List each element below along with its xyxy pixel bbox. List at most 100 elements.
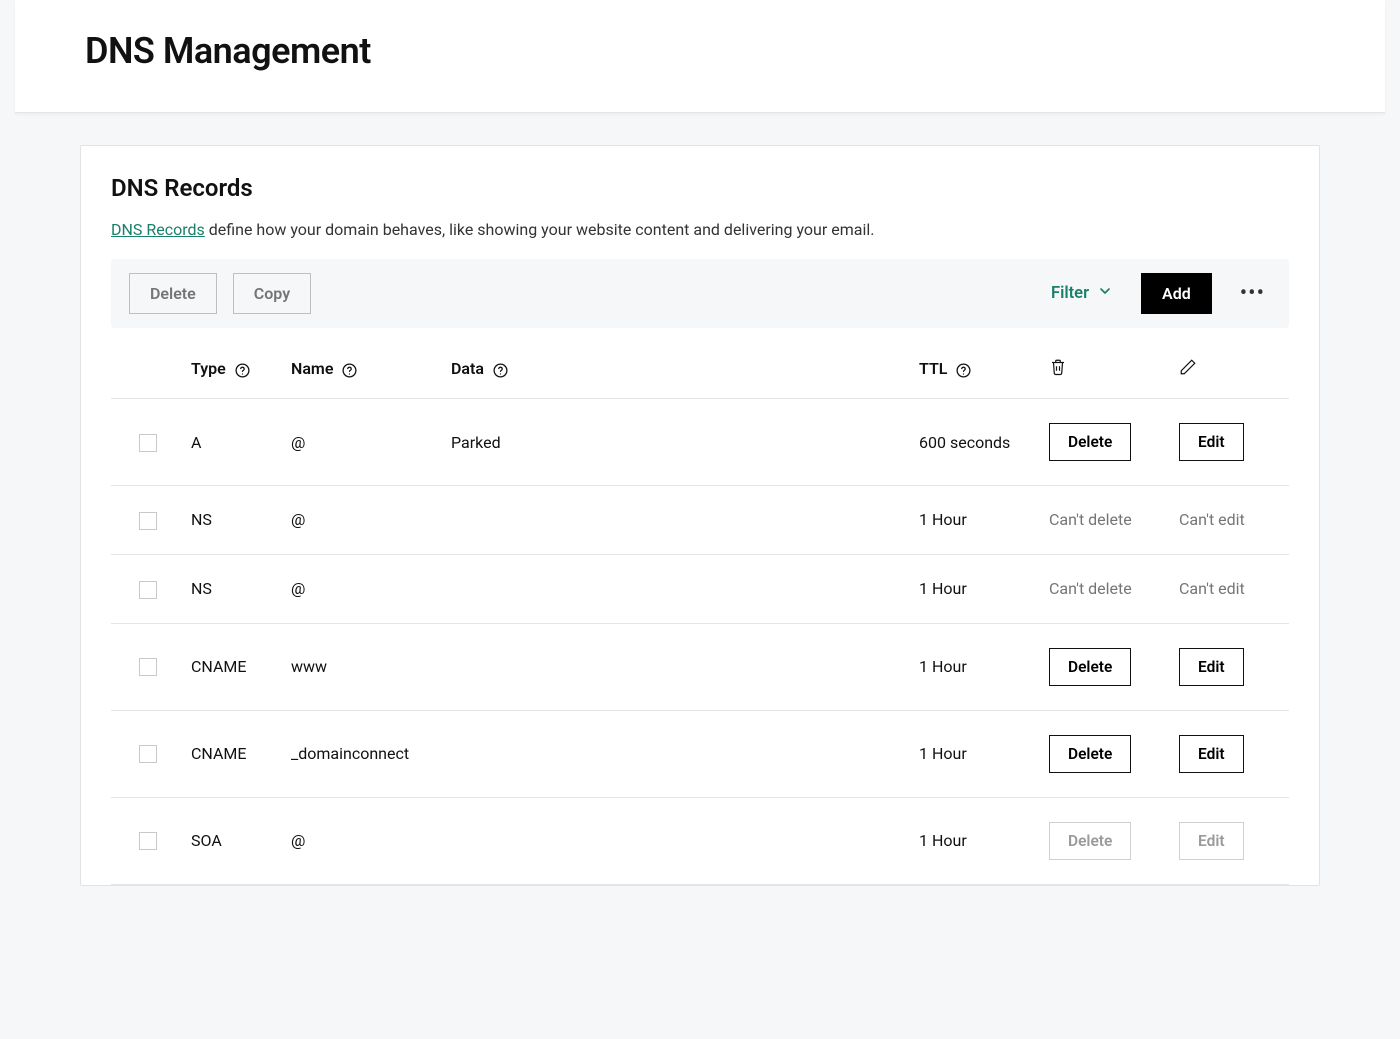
table-row: CNAME_domainconnect1 HourDeleteEdit xyxy=(111,710,1289,797)
cell-data xyxy=(441,486,909,555)
cell-type: SOA xyxy=(181,797,281,884)
row-select-cell xyxy=(111,486,181,555)
cell-type: CNAME xyxy=(181,710,281,797)
cell-delete: Delete xyxy=(1039,399,1169,486)
col-header-name-label: Name xyxy=(291,359,333,378)
row-checkbox[interactable] xyxy=(139,581,157,599)
table-row: NS@1 Hour Can't delete Can't edit xyxy=(111,554,1289,623)
row-checkbox[interactable] xyxy=(139,832,157,850)
table-row: NS@1 Hour Can't delete Can't edit xyxy=(111,486,1289,555)
add-record-button[interactable]: Add xyxy=(1141,273,1212,314)
cell-edit: Can't edit xyxy=(1169,486,1289,555)
col-header-name: Name xyxy=(281,338,441,399)
cant-delete-text: Can't delete xyxy=(1049,579,1132,598)
row-delete-button[interactable]: Delete xyxy=(1049,423,1131,461)
row-checkbox[interactable] xyxy=(139,512,157,530)
chevron-down-icon xyxy=(1097,283,1113,304)
cell-ttl: 1 Hour xyxy=(909,797,1039,884)
cell-data xyxy=(441,797,909,884)
cell-edit: Edit xyxy=(1169,710,1289,797)
cell-name: @ xyxy=(281,797,441,884)
cant-delete-text: Can't delete xyxy=(1049,510,1132,529)
cell-data xyxy=(441,554,909,623)
toolbar-left: Delete Copy xyxy=(129,273,311,314)
row-select-cell xyxy=(111,623,181,710)
col-header-ttl: TTL xyxy=(909,338,1039,399)
cell-delete: Delete xyxy=(1039,710,1169,797)
cell-name: @ xyxy=(281,399,441,486)
row-edit-button[interactable]: Edit xyxy=(1179,735,1244,773)
cell-edit: Can't edit xyxy=(1169,554,1289,623)
help-icon[interactable] xyxy=(234,362,251,379)
cell-ttl: 600 seconds xyxy=(909,399,1039,486)
col-header-type: Type xyxy=(181,338,281,399)
col-header-data: Data xyxy=(441,338,909,399)
cell-edit: Edit xyxy=(1169,399,1289,486)
table-row: A@Parked600 seconds Delete Edit xyxy=(111,399,1289,486)
row-edit-button-disabled: Edit xyxy=(1179,822,1244,860)
cell-ttl: 1 Hour xyxy=(909,710,1039,797)
records-heading: DNS Records xyxy=(111,174,1289,202)
dns-records-card: DNS Records DNS Records define how your … xyxy=(80,145,1320,886)
cell-type: CNAME xyxy=(181,623,281,710)
table-header-row: Type Name Data xyxy=(111,338,1289,399)
page-title: DNS Management xyxy=(85,30,1335,72)
cell-ttl: 1 Hour xyxy=(909,554,1039,623)
row-select-cell xyxy=(111,399,181,486)
cell-ttl: 1 Hour xyxy=(909,486,1039,555)
cell-delete: Delete xyxy=(1039,797,1169,884)
cell-type: NS xyxy=(181,486,281,555)
row-delete-button-disabled: Delete xyxy=(1049,822,1131,860)
page-header: DNS Management xyxy=(15,0,1385,113)
cell-data: Parked xyxy=(441,399,909,486)
row-edit-button[interactable]: Edit xyxy=(1179,423,1244,461)
table-row: SOA@1 Hour Delete Edit xyxy=(111,797,1289,884)
col-header-data-label: Data xyxy=(451,359,484,378)
cant-edit-text: Can't edit xyxy=(1179,579,1245,598)
cell-name: www xyxy=(281,623,441,710)
cell-type: NS xyxy=(181,554,281,623)
dns-records-link[interactable]: DNS Records xyxy=(111,220,205,239)
row-delete-button[interactable]: Delete xyxy=(1049,735,1131,773)
row-select-cell xyxy=(111,710,181,797)
col-header-select xyxy=(111,338,181,399)
row-edit-button[interactable]: Edit xyxy=(1179,648,1244,686)
cell-name: @ xyxy=(281,486,441,555)
cell-delete: Can't delete xyxy=(1039,486,1169,555)
cell-type: A xyxy=(181,399,281,486)
row-checkbox[interactable] xyxy=(139,745,157,763)
bulk-copy-button[interactable]: Copy xyxy=(233,273,311,314)
records-table: Type Name Data xyxy=(111,338,1289,885)
filter-button[interactable]: Filter xyxy=(1051,283,1113,304)
help-icon[interactable] xyxy=(955,362,972,379)
col-header-delete xyxy=(1039,338,1169,399)
row-select-cell xyxy=(111,554,181,623)
records-toolbar: Delete Copy Filter Add ••• xyxy=(111,259,1289,328)
trash-icon xyxy=(1049,361,1067,380)
toolbar-right: Filter Add ••• xyxy=(1051,273,1271,314)
records-description: DNS Records define how your domain behav… xyxy=(111,220,1289,239)
cant-edit-text: Can't edit xyxy=(1179,510,1245,529)
content: DNS Records DNS Records define how your … xyxy=(0,113,1400,926)
help-icon[interactable] xyxy=(492,362,509,379)
col-header-edit xyxy=(1169,338,1289,399)
cell-delete: Delete xyxy=(1039,623,1169,710)
col-header-ttl-label: TTL xyxy=(919,359,947,378)
cell-ttl: 1 Hour xyxy=(909,623,1039,710)
cell-edit: Edit xyxy=(1169,623,1289,710)
cell-data xyxy=(441,710,909,797)
records-description-text: define how your domain behaves, like sho… xyxy=(205,220,875,239)
cell-name: @ xyxy=(281,554,441,623)
pencil-icon xyxy=(1179,361,1197,380)
row-delete-button[interactable]: Delete xyxy=(1049,648,1131,686)
more-actions-button[interactable]: ••• xyxy=(1240,283,1271,305)
table-row: CNAMEwww 1 Hour Delete Edit xyxy=(111,623,1289,710)
help-icon[interactable] xyxy=(341,362,358,379)
cell-data xyxy=(441,623,909,710)
row-checkbox[interactable] xyxy=(139,658,157,676)
bulk-delete-button[interactable]: Delete xyxy=(129,273,217,314)
row-select-cell xyxy=(111,797,181,884)
row-checkbox[interactable] xyxy=(139,434,157,452)
col-header-type-label: Type xyxy=(191,359,226,378)
cell-edit: Edit xyxy=(1169,797,1289,884)
